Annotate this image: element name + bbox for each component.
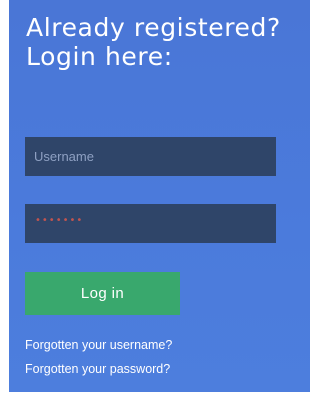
heading-line-2: Login here: xyxy=(26,42,173,71)
login-button[interactable]: Log in xyxy=(25,272,180,315)
username-input[interactable] xyxy=(25,137,276,176)
password-input[interactable] xyxy=(25,204,276,243)
forgot-password-link[interactable]: Forgotten your password? xyxy=(25,362,170,376)
heading-line-1: Already registered? xyxy=(26,13,281,42)
login-panel: Already registered? Login here: ••••••• … xyxy=(9,0,310,392)
login-heading: Already registered? Login here: xyxy=(26,13,310,71)
forgot-username-link[interactable]: Forgotten your username? xyxy=(25,338,172,352)
